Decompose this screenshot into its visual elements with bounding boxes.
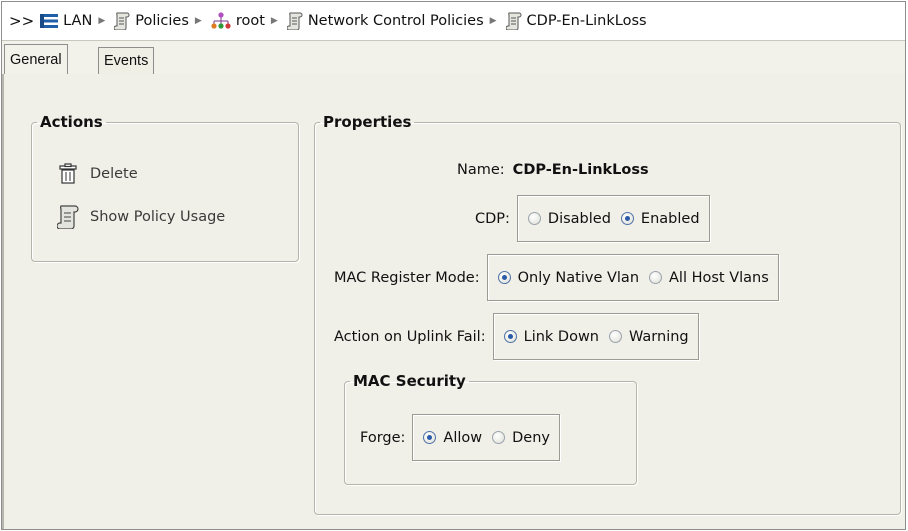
show-policy-usage-label: Show Policy Usage bbox=[90, 209, 226, 225]
breadcrumb-expand[interactable]: >> bbox=[9, 12, 34, 30]
breadcrumb-item-policies[interactable]: Policies bbox=[114, 12, 189, 30]
radio-label: Allow bbox=[443, 429, 483, 446]
uplink-fail-row: Action on Uplink Fail: Link Down Warning bbox=[334, 313, 699, 360]
breadcrumb-label: Policies bbox=[135, 13, 189, 29]
forge-row: Forge: Allow Deny bbox=[360, 414, 560, 461]
radio-label: Deny bbox=[512, 429, 550, 446]
radio-label: Only Native Vlan bbox=[517, 269, 640, 286]
delete-action[interactable]: Delete bbox=[56, 162, 138, 186]
name-row: Name: CDP-En-LinkLoss bbox=[457, 162, 649, 178]
radio-label: Enabled bbox=[640, 210, 700, 227]
policy-scroll-icon bbox=[56, 205, 80, 229]
radio-unselected-icon bbox=[609, 330, 622, 343]
uplink-fail-radio-group: Link Down Warning bbox=[492, 313, 699, 360]
only-native-vlan-radio[interactable]: Only Native Vlan bbox=[497, 269, 640, 286]
mac-register-mode-radio-group: Only Native Vlan All Host Vlans bbox=[486, 254, 779, 301]
radio-selected-icon bbox=[497, 271, 511, 284]
cdp-label: CDP: bbox=[475, 210, 510, 227]
radio-selected-icon bbox=[503, 330, 517, 343]
radio-unselected-icon bbox=[492, 431, 506, 444]
breadcrumb-separator-icon: ▶ bbox=[98, 16, 106, 26]
policy-scroll-icon bbox=[286, 12, 303, 30]
cdp-radio-group: Disabled Enabled bbox=[516, 195, 710, 242]
mac-security-group-title: MAC Security bbox=[353, 372, 466, 390]
breadcrumb-item-network-control-policies[interactable]: Network Control Policies bbox=[286, 12, 484, 30]
actions-group: Actions bbox=[31, 113, 299, 262]
cdp-disabled-radio[interactable]: Disabled bbox=[527, 210, 611, 227]
radio-label: All Host Vlans bbox=[669, 269, 769, 286]
breadcrumb: >> LAN ▶ Policies ▶ root ▶ Network Contr… bbox=[2, 2, 905, 40]
all-host-vlans-radio[interactable]: All Host Vlans bbox=[649, 270, 769, 286]
mac-register-mode-label: MAC Register Mode: bbox=[334, 269, 480, 286]
breadcrumb-label: root bbox=[235, 13, 265, 29]
radio-label: Link Down bbox=[523, 328, 599, 345]
uplink-fail-label: Action on Uplink Fail: bbox=[334, 328, 486, 345]
radio-unselected-icon bbox=[527, 212, 541, 225]
mac-register-mode-row: MAC Register Mode: Only Native Vlan All … bbox=[334, 254, 779, 301]
breadcrumb-item-root[interactable]: root bbox=[211, 12, 265, 30]
breadcrumb-item-lan[interactable]: LAN bbox=[40, 13, 92, 29]
tab-general[interactable]: General bbox=[4, 44, 68, 75]
general-tab-panel: Actions Delete Show Policy Usage Propert… bbox=[2, 74, 905, 529]
delete-label: Delete bbox=[90, 166, 138, 182]
tab-events[interactable]: Events bbox=[98, 47, 155, 75]
forge-label: Forge: bbox=[360, 429, 406, 446]
name-value: CDP-En-LinkLoss bbox=[512, 162, 649, 178]
properties-group-title: Properties bbox=[323, 113, 412, 131]
radio-label: Disabled bbox=[547, 210, 611, 227]
radio-unselected-icon bbox=[649, 271, 663, 284]
policy-scroll-icon bbox=[114, 12, 130, 30]
radio-label: Warning bbox=[629, 328, 689, 345]
tab-strip: General Events bbox=[2, 40, 905, 75]
show-policy-usage-action[interactable]: Show Policy Usage bbox=[56, 205, 225, 229]
breadcrumb-separator-icon: ▶ bbox=[489, 16, 497, 26]
org-tree-icon bbox=[211, 12, 231, 30]
breadcrumb-item-current-policy: CDP-En-LinkLoss bbox=[505, 12, 647, 30]
radio-selected-icon bbox=[620, 212, 634, 225]
policy-window: >> LAN ▶ Policies ▶ root ▶ Network Contr… bbox=[1, 1, 906, 530]
cdp-enabled-radio[interactable]: Enabled bbox=[620, 210, 700, 227]
policy-scroll-icon bbox=[505, 12, 522, 30]
trash-icon bbox=[56, 162, 80, 186]
forge-radio-group: Allow Deny bbox=[412, 414, 560, 461]
forge-allow-radio[interactable]: Allow bbox=[423, 430, 482, 446]
breadcrumb-separator-icon: ▶ bbox=[194, 16, 202, 26]
name-label: Name: bbox=[457, 162, 505, 178]
actions-group-title: Actions bbox=[40, 113, 103, 131]
radio-selected-icon bbox=[423, 431, 437, 444]
warning-radio[interactable]: Warning bbox=[609, 329, 689, 345]
cdp-row: CDP: Disabled Enabled bbox=[475, 195, 710, 242]
breadcrumb-label: CDP-En-LinkLoss bbox=[526, 13, 647, 29]
breadcrumb-separator-icon: ▶ bbox=[270, 16, 278, 26]
forge-deny-radio[interactable]: Deny bbox=[492, 430, 550, 446]
link-down-radio[interactable]: Link Down bbox=[503, 328, 599, 345]
breadcrumb-label: Network Control Policies bbox=[307, 13, 484, 29]
breadcrumb-label: LAN bbox=[63, 13, 93, 29]
lan-icon bbox=[40, 13, 59, 29]
